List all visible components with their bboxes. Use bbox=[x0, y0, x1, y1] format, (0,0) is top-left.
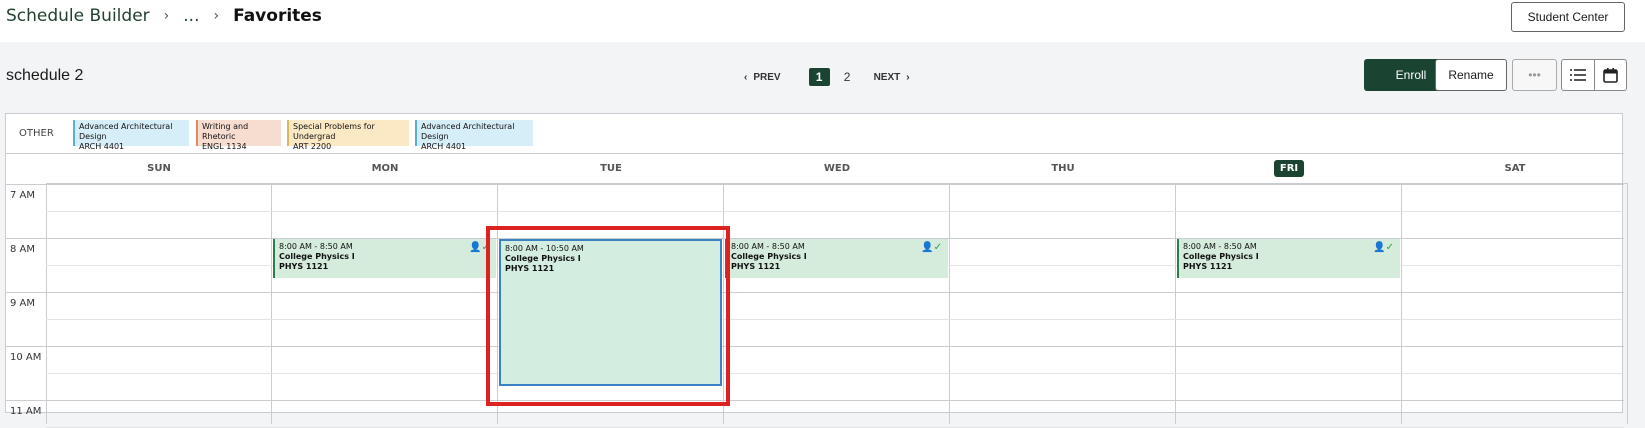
day-header-tue: TUE bbox=[498, 154, 724, 184]
chip-course-code: ENGL 1134 bbox=[202, 142, 247, 151]
next-button[interactable]: NEXT › bbox=[874, 72, 910, 83]
chevron-left-icon: ‹ bbox=[744, 71, 748, 83]
hour-line bbox=[6, 292, 1624, 293]
schedule-title: schedule 2 bbox=[6, 67, 84, 84]
chevron-right-icon: › bbox=[163, 8, 170, 24]
view-toggle bbox=[1561, 59, 1627, 91]
time-label: 7 AM bbox=[10, 190, 36, 201]
other-courses-row: OTHER Advanced Architectural Design ARCH… bbox=[6, 114, 1624, 154]
calendar-view-button[interactable] bbox=[1593, 60, 1627, 90]
day-header-sat: SAT bbox=[1402, 154, 1628, 184]
time-label: 8 AM bbox=[10, 244, 36, 255]
time-label: 9 AM bbox=[10, 298, 36, 309]
event-time: 8:00 AM - 8:50 AM bbox=[279, 242, 353, 251]
event-course-code: PHYS 1121 bbox=[279, 262, 329, 271]
page-1-button[interactable]: 1 bbox=[808, 68, 830, 86]
chevron-right-icon: › bbox=[906, 71, 910, 83]
event-time: 8:00 AM - 8:50 AM bbox=[1183, 242, 1257, 251]
chip-course-name: Advanced Architectural Design bbox=[79, 122, 173, 141]
event-course-name: College Physics I bbox=[505, 254, 581, 263]
column-divider bbox=[46, 184, 47, 424]
other-course-chip[interactable]: Writing and Rhetoric ENGL 1134 bbox=[196, 120, 281, 151]
course-event[interactable]: 8:00 AM - 8:50 AM College Physics I PHYS 1… bbox=[725, 239, 948, 278]
chip-course-code: ART 2200 bbox=[293, 142, 332, 151]
course-event[interactable]: 8:00 AM - 8:50 AM College Physics I PHYS 1… bbox=[273, 239, 496, 278]
half-hour-line bbox=[46, 373, 1624, 374]
day-label: WED bbox=[823, 163, 851, 174]
event-course-name: College Physics I bbox=[731, 252, 807, 261]
column-divider bbox=[271, 184, 272, 424]
day-label: FRI bbox=[1273, 160, 1305, 177]
time-label: 11 AM bbox=[10, 406, 42, 417]
breadcrumb-schedule-builder[interactable]: Schedule Builder bbox=[6, 6, 150, 26]
other-course-chip[interactable]: Special Problems for Undergrad ART 2200 bbox=[287, 120, 409, 151]
chevron-right-icon: › bbox=[213, 8, 220, 24]
chip-course-code: ARCH 4401 bbox=[79, 142, 125, 151]
person-check-icon: 👤✓ bbox=[921, 242, 942, 253]
column-divider bbox=[1175, 184, 1176, 424]
student-center-button[interactable]: Student Center bbox=[1511, 2, 1625, 32]
other-course-chip[interactable]: Advanced Architectural Design ARCH 4401 bbox=[73, 120, 189, 151]
person-check-icon: 👤✓ bbox=[1373, 242, 1394, 253]
course-event[interactable]: 8:00 AM - 8:50 AM College Physics I PHYS 1… bbox=[1177, 239, 1400, 278]
course-event[interactable]: 8:00 AM - 10:50 AM College Physics I PHYS … bbox=[499, 239, 722, 386]
more-options-button[interactable]: ••• bbox=[1512, 59, 1557, 91]
day-label: THU bbox=[1051, 163, 1075, 174]
column-divider bbox=[1401, 184, 1402, 424]
day-header-wed: WED bbox=[724, 154, 950, 184]
chip-course-code: ARCH 4401 bbox=[421, 142, 467, 151]
day-header-thu: THU bbox=[950, 154, 1176, 184]
calendar-icon bbox=[1602, 67, 1618, 83]
day-label: TUE bbox=[600, 163, 622, 174]
page-2-button[interactable]: 2 bbox=[837, 68, 858, 86]
list-view-button[interactable] bbox=[1562, 60, 1594, 90]
day-label: SUN bbox=[147, 163, 171, 174]
breadcrumb-ellipsis[interactable]: ... bbox=[183, 6, 199, 26]
hour-line bbox=[6, 400, 1624, 401]
day-header-mon: MON bbox=[272, 154, 498, 184]
other-label: OTHER bbox=[19, 128, 54, 139]
rename-button[interactable]: Rename bbox=[1435, 59, 1507, 91]
event-course-code: PHYS 1121 bbox=[505, 264, 555, 273]
event-time: 8:00 AM - 10:50 AM bbox=[505, 244, 584, 253]
person-check-icon: 👤✓ bbox=[469, 242, 490, 253]
column-divider bbox=[723, 184, 724, 424]
breadcrumb: Schedule Builder › ... › Favorites bbox=[6, 6, 322, 26]
time-label: 10 AM bbox=[10, 352, 42, 363]
chip-course-name: Advanced Architectural Design bbox=[421, 122, 515, 141]
event-course-name: College Physics I bbox=[1183, 252, 1259, 261]
prev-button[interactable]: PREV bbox=[753, 72, 780, 83]
list-icon bbox=[1569, 69, 1586, 81]
hour-line bbox=[6, 184, 1624, 185]
breadcrumb-current: Favorites bbox=[233, 6, 322, 26]
chip-course-name: Special Problems for Undergrad bbox=[293, 122, 375, 141]
event-course-code: PHYS 1121 bbox=[731, 262, 781, 271]
column-divider bbox=[1627, 184, 1628, 424]
calendar-grid: OTHER Advanced Architectural Design ARCH… bbox=[5, 113, 1628, 428]
day-label: MON bbox=[371, 163, 399, 174]
column-divider bbox=[497, 184, 498, 424]
half-hour-line bbox=[46, 319, 1624, 320]
top-bar: Schedule Builder › ... › Favorites Stude… bbox=[0, 0, 1645, 42]
hour-line bbox=[6, 346, 1624, 347]
event-course-code: PHYS 1121 bbox=[1183, 262, 1233, 271]
other-course-chip[interactable]: Advanced Architectural Design ARCH 4401 bbox=[415, 120, 533, 151]
day-header-sun: SUN bbox=[46, 154, 272, 184]
pagination: ‹ PREV 1 2 NEXT › bbox=[744, 68, 910, 86]
event-time: 8:00 AM - 8:50 AM bbox=[731, 242, 805, 251]
chip-course-name: Writing and Rhetoric bbox=[202, 122, 249, 141]
next-label: NEXT bbox=[873, 71, 901, 83]
column-divider bbox=[949, 184, 950, 424]
half-hour-line bbox=[46, 211, 1624, 212]
day-label: SAT bbox=[1504, 163, 1526, 174]
event-course-name: College Physics I bbox=[279, 252, 355, 261]
day-header-fri: FRI bbox=[1176, 154, 1402, 184]
